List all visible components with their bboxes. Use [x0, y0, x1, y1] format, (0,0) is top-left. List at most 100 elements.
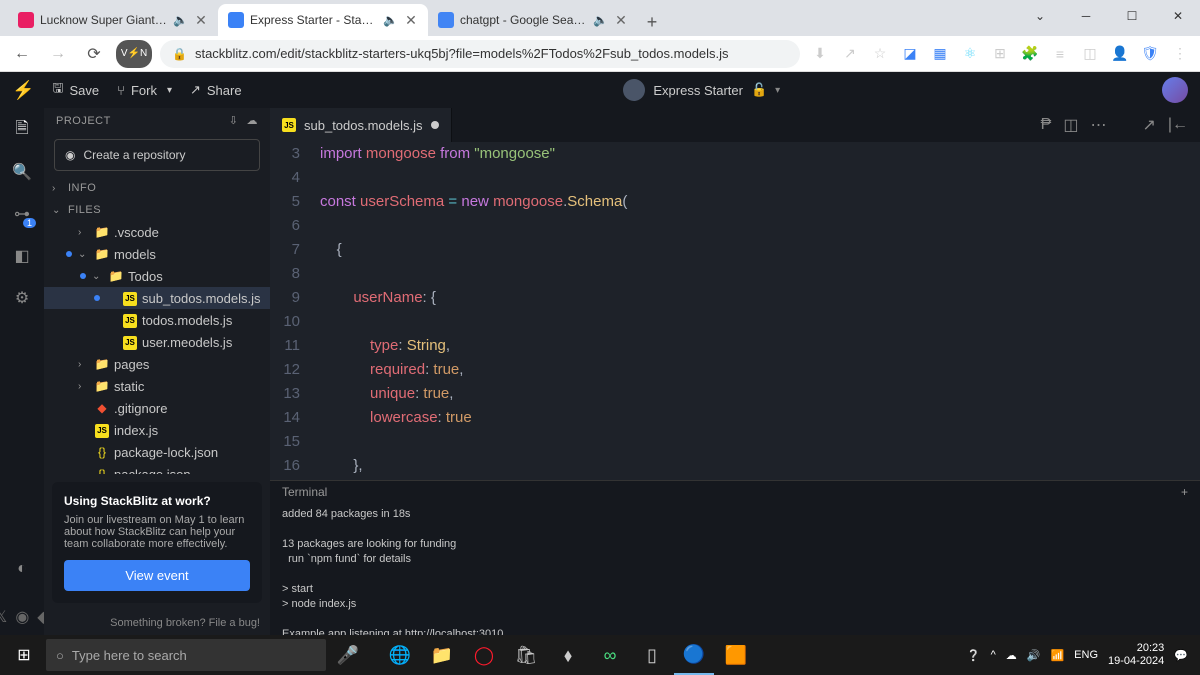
ext-4-icon[interactable]: ⊞ — [988, 42, 1012, 66]
bookmark-icon[interactable]: ☆ — [868, 42, 892, 66]
forward-button[interactable]: → — [44, 40, 72, 68]
lock-icon: 🔒 — [172, 47, 187, 61]
clock[interactable]: 20:23 19-04-2024 — [1108, 642, 1164, 668]
side-panel-icon[interactable]: ◫ — [1078, 42, 1102, 66]
view-event-button[interactable]: View event — [64, 560, 250, 591]
window-close[interactable]: ✕ — [1156, 0, 1200, 32]
code-editor[interactable]: 345678910111213141516 import mongoose fr… — [270, 142, 1200, 480]
wifi-tray-icon[interactable]: 📶 — [1050, 649, 1064, 662]
close-tab-icon[interactable]: ✕ — [194, 13, 208, 27]
help-tray-icon[interactable]: ❔ — [967, 649, 981, 662]
terminal-label[interactable]: Terminal — [282, 485, 327, 499]
notifications-icon[interactable]: 💬 — [1174, 649, 1188, 662]
split-editor-icon[interactable]: ◫ — [1063, 115, 1078, 135]
extensions-icon[interactable]: 🧩 — [1018, 42, 1042, 66]
taskbar-search[interactable]: ○ Type here to search — [46, 639, 326, 671]
twitter-icon[interactable]: 𝕏 — [0, 607, 7, 627]
info-section-toggle[interactable]: ›INFO — [44, 177, 270, 199]
volume-tray-icon[interactable]: 🔊 — [1027, 649, 1041, 662]
folder-static[interactable]: ›📁static — [44, 375, 270, 397]
profile-icon[interactable]: 👤 — [1108, 42, 1132, 66]
js-file-icon: JS — [282, 118, 296, 132]
folder--vscode[interactable]: ›📁.vscode — [44, 221, 270, 243]
files-section-toggle[interactable]: ⌄FILES — [44, 199, 270, 221]
new-terminal-icon[interactable]: + — [1181, 485, 1188, 499]
create-repository-button[interactable]: ◉ Create a repository — [54, 139, 260, 171]
download-icon[interactable]: ⇩ — [229, 114, 239, 127]
save-button[interactable]: 🖫Save — [52, 79, 99, 101]
file-package-lock-json[interactable]: {}package-lock.json — [44, 441, 270, 463]
ports-icon[interactable]: ⊶1 — [10, 202, 34, 226]
file-user-meodels-js[interactable]: JSuser.meodels.js — [44, 331, 270, 353]
window-minimize[interactable]: ─ — [1064, 0, 1108, 32]
file--gitignore[interactable]: ◆.gitignore — [44, 397, 270, 419]
editor-tab-active[interactable]: JS sub_todos.models.js — [270, 108, 452, 142]
settings-icon[interactable]: ⚙ — [10, 286, 34, 310]
opera-icon[interactable]: ◯ — [464, 635, 504, 675]
ext-2-icon[interactable]: ▦ — [928, 42, 952, 66]
reload-button[interactable]: ⟳ — [80, 40, 108, 68]
react-devtools-icon[interactable]: ⚛ — [958, 42, 982, 66]
edge-icon[interactable]: 🌐 — [380, 635, 420, 675]
folder-models[interactable]: ⌄📁models — [44, 243, 270, 265]
chevron-down-icon[interactable]: ▾ — [775, 85, 780, 96]
app-9-icon[interactable]: 🟧 — [716, 635, 756, 675]
open-new-icon[interactable]: ↗ — [1142, 115, 1155, 135]
shield-icon[interactable]: 🛡 — [1138, 42, 1162, 66]
browser-tab-0[interactable]: Lucknow Super Giants Vs Ch🔈✕ — [8, 4, 218, 36]
file-package-json[interactable]: {}package.json — [44, 463, 270, 474]
back-button[interactable]: ← — [8, 40, 36, 68]
file-sub_todos-models-js[interactable]: JSsub_todos.models.js — [44, 287, 270, 309]
file-index-js[interactable]: JSindex.js — [44, 419, 270, 441]
window-dropdown[interactable]: ⌄ — [1018, 0, 1062, 32]
browser-tab-2[interactable]: chatgpt - Google Search🔈✕ — [428, 4, 638, 36]
browser-tab-1[interactable]: Express Starter - StackBlitz🔈✕ — [218, 4, 428, 36]
stackblitz-logo-icon[interactable]: ⚡ — [12, 80, 34, 101]
ext-1-icon[interactable]: ◪ — [898, 42, 922, 66]
fork-button[interactable]: ⑂Fork▾ — [117, 83, 172, 98]
collapse-icon[interactable]: |← — [1168, 116, 1188, 134]
dropbox-icon[interactable]: ⬧ — [548, 635, 588, 675]
terminal-output[interactable]: added 84 packages in 18s 13 packages are… — [270, 503, 1200, 635]
mic-icon[interactable]: 🎤 — [328, 635, 368, 675]
reading-list-icon[interactable]: ≡ — [1048, 42, 1072, 66]
more-actions-icon[interactable]: ⋯ — [1090, 115, 1106, 135]
share-button[interactable]: ↗Share — [190, 82, 242, 98]
firebase-icon[interactable]: ◧ — [10, 244, 34, 268]
chrome-active-icon[interactable]: 🔵 — [674, 635, 714, 675]
url-text: stackblitz.com/edit/stackblitz-starters-… — [195, 46, 729, 61]
install-icon[interactable]: ⬇ — [808, 42, 832, 66]
file-explorer-icon[interactable]: 📁 — [422, 635, 462, 675]
window-maximize[interactable]: ☐ — [1110, 0, 1154, 32]
store-icon[interactable]: 🛍 — [506, 635, 546, 675]
format-icon[interactable]: ₱ — [1041, 116, 1052, 134]
start-button[interactable]: ⊞ — [4, 635, 44, 675]
share-icon[interactable]: ↗ — [838, 42, 862, 66]
project-title[interactable]: Express Starter — [653, 83, 743, 98]
lock-open-icon[interactable]: 🔓 — [751, 82, 767, 98]
explorer-icon[interactable]: 🗎 — [10, 118, 34, 142]
file-bug-link[interactable]: Something broken? File a bug! — [110, 617, 260, 629]
tray-expand-icon[interactable]: ^ — [991, 649, 996, 661]
folder-pages[interactable]: ›📁pages — [44, 353, 270, 375]
language-indicator[interactable]: ENG — [1074, 649, 1098, 661]
share-icon: ↗ — [190, 82, 201, 98]
github-icon[interactable]: ◉ — [15, 607, 29, 627]
theme-toggle-icon[interactable]: ◐ — [10, 557, 34, 581]
vpn-badge[interactable]: V⚡N — [116, 40, 152, 68]
user-avatar[interactable] — [1162, 77, 1188, 103]
fork-icon: ⑂ — [117, 83, 125, 98]
close-tab-icon[interactable]: ✕ — [614, 13, 628, 27]
cloud-icon[interactable]: ☁ — [247, 114, 259, 127]
infinity-icon[interactable]: ∞ — [590, 635, 630, 675]
menu-icon[interactable]: ⋮ — [1168, 42, 1192, 66]
app-7-icon[interactable]: ▯ — [632, 635, 672, 675]
cloud-tray-icon[interactable]: ☁ — [1006, 649, 1017, 662]
search-icon[interactable]: 🔍 — [10, 160, 34, 184]
new-tab-button[interactable]: + — [638, 8, 666, 36]
close-tab-icon[interactable]: ✕ — [404, 13, 418, 27]
folder-Todos[interactable]: ⌄📁Todos — [44, 265, 270, 287]
project-owner-avatar[interactable] — [623, 79, 645, 101]
address-bar[interactable]: 🔒 stackblitz.com/edit/stackblitz-starter… — [160, 40, 800, 68]
file-todos-models-js[interactable]: JStodos.models.js — [44, 309, 270, 331]
